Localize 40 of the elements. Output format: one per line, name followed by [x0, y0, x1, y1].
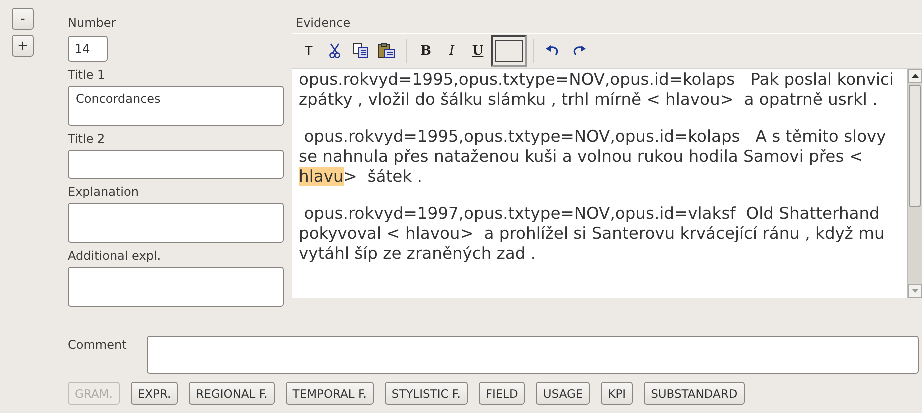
scrollbar[interactable]: [907, 69, 922, 298]
minus-button[interactable]: -: [12, 8, 34, 30]
down-arrow-icon: [912, 289, 918, 293]
concordance-paragraph: opus.rokvyd=1995,opus.txtype=NOV,opus.id=kolaps A s těmito slovy se nahnula přes nataženou kuši a volnou rukou hodila Samovi přes < hlavu> šátek .: [299, 127, 888, 187]
field-label: Number: [68, 15, 118, 32]
text-field[interactable]: [68, 150, 284, 179]
field-label: Additional expl.: [68, 248, 162, 265]
number-field[interactable]: 14: [68, 36, 108, 62]
bold-button[interactable]: B: [413, 35, 439, 67]
redo-icon: [571, 45, 587, 57]
text-button[interactable]: T: [296, 35, 322, 67]
category-button[interactable]: EXPR.: [130, 382, 178, 405]
field-label: Title 2: [68, 131, 106, 148]
text-field[interactable]: Concordances: [68, 86, 284, 126]
category-button[interactable]: SUBSTANDARD: [644, 382, 745, 405]
copy-icon: [353, 43, 369, 59]
category-button[interactable]: USAGE: [536, 382, 590, 405]
text-field[interactable]: [68, 267, 284, 307]
underline-button[interactable]: U: [465, 35, 491, 67]
evidence-label: Evidence: [292, 0, 922, 34]
concordance-paragraph: opus.rokvyd=1995,opus.txtype=NOV,opus.id=kolaps Pak poslal konvici zpátky , vložil do šálku slámku , trhl mírně < hlavou> a opatrně usrkl .: [299, 70, 896, 110]
clipboard-icon: [378, 43, 396, 59]
field-label: Title 1: [68, 67, 106, 84]
comment-field[interactable]: [147, 336, 919, 374]
category-button[interactable]: FIELD: [478, 382, 526, 405]
comment-label: Comment: [68, 337, 128, 352]
category-button[interactable]: KPI: [601, 382, 634, 405]
category-button[interactable]: STYLISTIC F.: [384, 382, 468, 405]
evidence-editor[interactable]: [292, 69, 922, 298]
undo-icon: [545, 45, 561, 57]
color-button[interactable]: [491, 35, 527, 67]
scissors-icon: [329, 43, 341, 59]
category-button[interactable]: TEMPORAL F.: [286, 382, 374, 405]
category-button[interactable]: REGIONAL F.: [189, 382, 275, 405]
up-arrow-icon: [912, 74, 918, 78]
italic-button[interactable]: I: [439, 35, 465, 67]
concordance-paragraph: opus.rokvyd=1997,opus.txtype=NOV,opus.id=vlaksf Old Shatterhand pokyvoval < hlavou> a prohlížel si Santerovu krvácející ránu , když mu vytáhl šíp ze zraněných zad .: [299, 204, 886, 264]
field-label: Explanation: [68, 184, 140, 201]
text-field[interactable]: [68, 203, 284, 243]
plus-button[interactable]: +: [12, 35, 34, 57]
